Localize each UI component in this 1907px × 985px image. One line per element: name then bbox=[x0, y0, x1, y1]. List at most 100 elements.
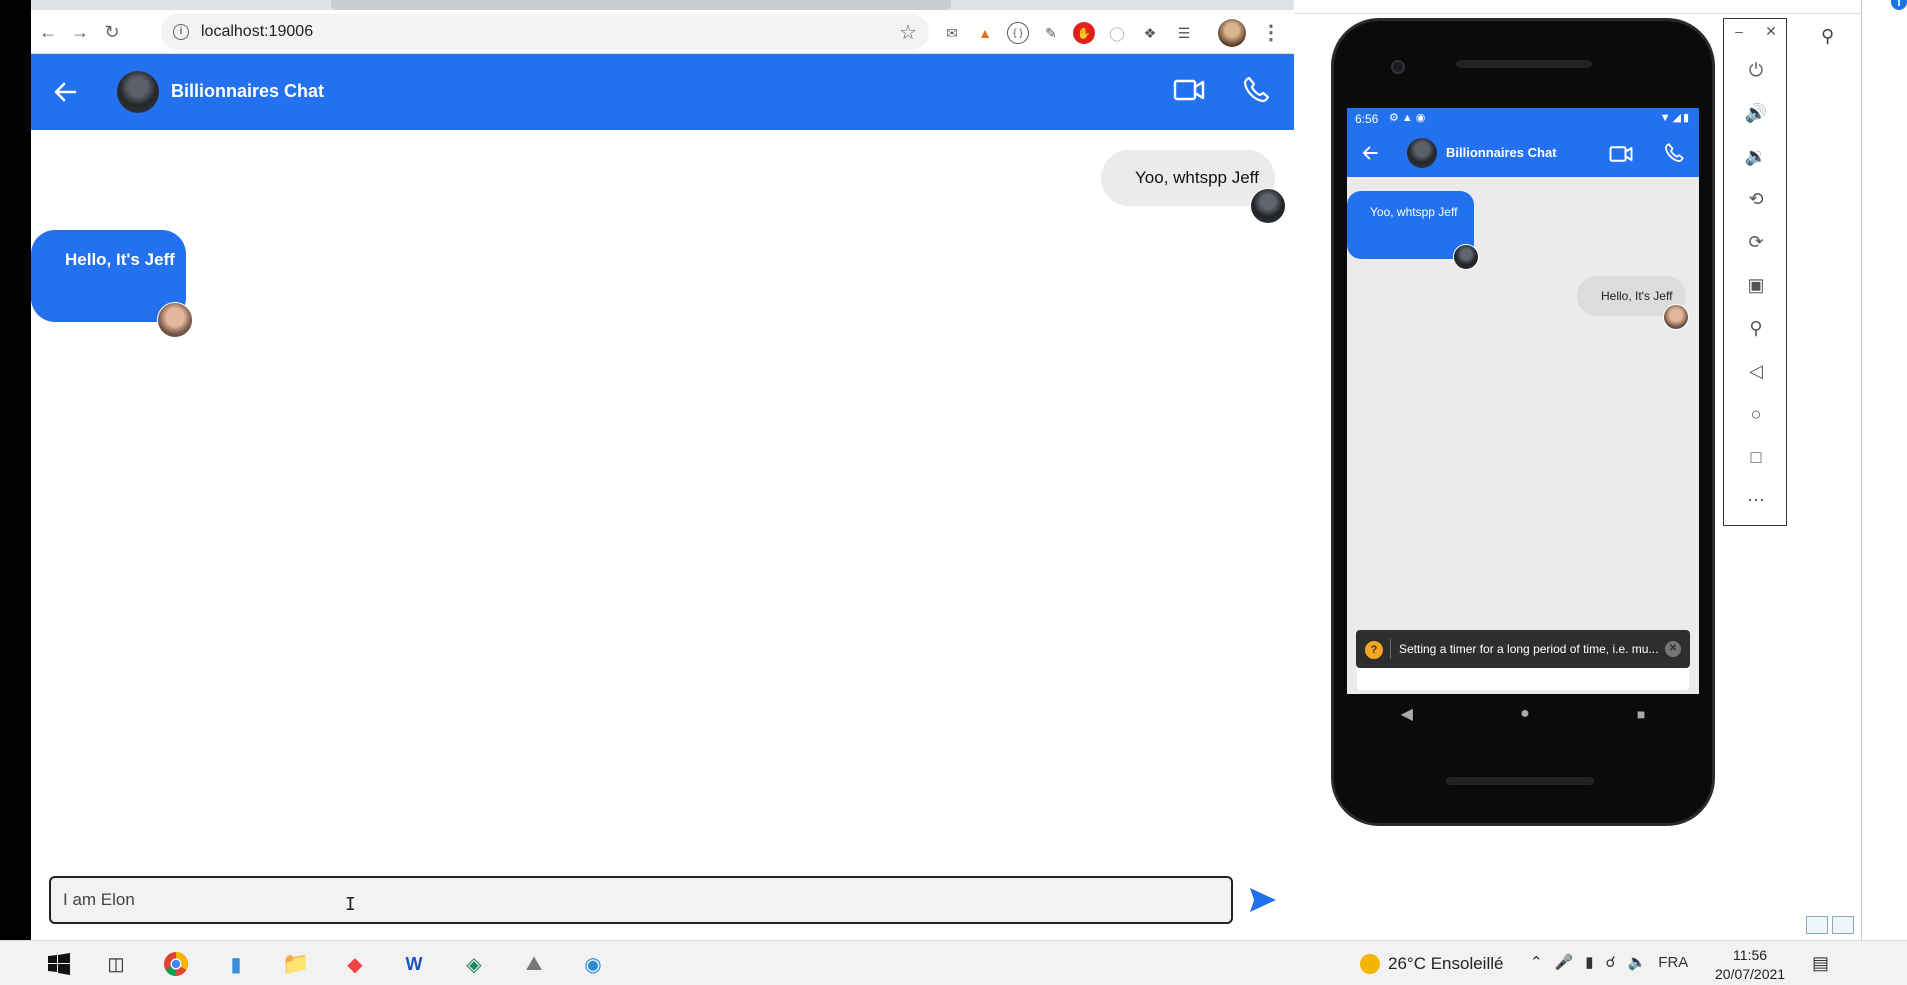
address-url[interactable]: localhost:19006 bbox=[201, 23, 313, 41]
close-window-icon[interactable]: ✕ bbox=[1765, 23, 1777, 45]
browser-window: ← → ↻ i localhost:19006 ☆ ✉ ▲ { } ✎ ✋ ◯ … bbox=[31, 0, 1294, 940]
clock-date: 20/07/2021 bbox=[1715, 966, 1786, 982]
forward-nav-icon[interactable]: → bbox=[67, 19, 93, 45]
phone-screen: 6:56 ⚙▲◉ ▼◢▮ Billionnaires Chat Yoo, wht… bbox=[1347, 108, 1699, 694]
nav-home-icon[interactable]: ● bbox=[1520, 705, 1530, 723]
volume-down-icon[interactable]: 🔉 bbox=[1738, 141, 1774, 171]
message-bubble-sent[interactable]: Yoo, whtspp Jeff bbox=[1101, 150, 1275, 206]
close-icon[interactable]: ✕ bbox=[1665, 641, 1681, 657]
browser-tab[interactable] bbox=[331, 0, 951, 10]
warning-toast[interactable]: ? Setting a timer for a long period of t… bbox=[1356, 630, 1690, 668]
reload-icon[interactable]: ↻ bbox=[99, 19, 125, 45]
phone-contact-avatar[interactable] bbox=[1407, 138, 1437, 168]
task-view-icon[interactable]: ◫ bbox=[101, 949, 131, 979]
recorder-app-icon[interactable]: ◉ bbox=[578, 949, 608, 979]
android-studio-icon[interactable]: ◈ bbox=[459, 949, 489, 979]
rotate-right-icon[interactable]: ⟳ bbox=[1738, 227, 1774, 257]
phone-sender-avatar bbox=[1453, 244, 1479, 270]
phone-camera-icon bbox=[1391, 60, 1405, 74]
phone-signal-battery-icon: ▼◢▮ bbox=[1659, 112, 1691, 124]
phone-call-icon[interactable] bbox=[1241, 75, 1271, 105]
picker-extension-icon[interactable]: ✎ bbox=[1040, 22, 1062, 44]
chat-messages-area: Yoo, whtspp Jeff Hello, It's Jeff bbox=[31, 130, 1294, 870]
contact-avatar[interactable] bbox=[117, 71, 159, 113]
home-icon[interactable]: ○ bbox=[1738, 399, 1774, 429]
list-view-icon[interactable] bbox=[1806, 916, 1828, 934]
desktop-background-strip bbox=[0, 0, 31, 940]
circle-extension-icon[interactable]: ◯ bbox=[1106, 22, 1128, 44]
background-window-edge bbox=[1861, 0, 1907, 940]
send-icon[interactable] bbox=[1248, 886, 1278, 914]
browser-menu-icon[interactable]: ⋮ bbox=[1261, 20, 1281, 45]
volume-up-icon[interactable]: 🔊 bbox=[1738, 98, 1774, 128]
phone-back-arrow-icon[interactable] bbox=[1359, 142, 1381, 164]
video-call-icon[interactable] bbox=[1173, 77, 1205, 103]
notification-center-icon[interactable]: ▤ bbox=[1812, 953, 1829, 974]
notes-app-icon[interactable]: ▮ bbox=[221, 949, 251, 979]
clock[interactable]: 11:56 20/07/2021 bbox=[1715, 946, 1785, 984]
taskbar: ◫ ▮ 📁 ◆ W ◈ ⛰ ◉ 26°C Ensoleillé ⌃ 🎤 ▮ ☌ … bbox=[0, 940, 1907, 985]
background-window-titlebar bbox=[1294, 0, 1861, 14]
overview-icon[interactable]: □ bbox=[1738, 442, 1774, 472]
windows-start-icon[interactable] bbox=[44, 949, 74, 979]
nav-overview-icon[interactable]: ■ bbox=[1637, 706, 1645, 722]
phone-nav-bar: ◀ ● ■ bbox=[1347, 694, 1699, 734]
adblock-extension-icon[interactable]: ✋ bbox=[1073, 22, 1095, 44]
composer-row: I bbox=[31, 870, 1294, 940]
word-app-icon[interactable]: W bbox=[399, 949, 429, 979]
nav-back-icon[interactable]: ◀ bbox=[1401, 704, 1413, 724]
speaker-icon[interactable]: 🔈 bbox=[1628, 953, 1647, 971]
preview-view-icon[interactable] bbox=[1832, 916, 1854, 934]
more-icon[interactable]: ⋯ bbox=[1738, 485, 1774, 515]
chat-header: Billionnaires Chat bbox=[31, 54, 1294, 130]
back-icon[interactable]: ◁ bbox=[1738, 356, 1774, 386]
view-toggle-buttons bbox=[1806, 916, 1854, 934]
desktop: ← → ↻ i localhost:19006 ☆ ✉ ▲ { } ✎ ✋ ◯ … bbox=[0, 0, 1907, 985]
phone-chat-title: Billionnaires Chat bbox=[1446, 145, 1557, 160]
metamask-extension-icon[interactable]: ▲ bbox=[974, 22, 996, 44]
phone-bottom-speaker bbox=[1446, 777, 1594, 785]
browser-toolbar: ← → ↻ i localhost:19006 ☆ ✉ ▲ { } ✎ ✋ ◯ … bbox=[31, 10, 1294, 54]
chat-title: Billionnaires Chat bbox=[171, 81, 325, 101]
toast-divider bbox=[1390, 639, 1391, 659]
sender-avatar bbox=[1250, 188, 1286, 224]
microphone-icon[interactable]: 🎤 bbox=[1555, 953, 1574, 971]
camera-icon[interactable]: ▣ bbox=[1738, 270, 1774, 300]
text-cursor-icon: I bbox=[345, 894, 356, 915]
file-explorer-icon[interactable]: 📁 bbox=[281, 949, 311, 979]
battery-icon[interactable]: ▮ bbox=[1585, 953, 1593, 971]
tab-strip bbox=[31, 0, 1294, 10]
language-indicator[interactable]: FRA bbox=[1658, 954, 1688, 971]
message-input[interactable] bbox=[49, 876, 1233, 924]
media-queue-icon[interactable]: ☰ bbox=[1173, 22, 1195, 44]
back-arrow-icon[interactable] bbox=[49, 76, 81, 108]
emulator-toolbar: – ✕ ⏻ 🔊 🔉 ⟲ ⟳ ▣ ⚲ ◁ ○ □ ⋯ bbox=[1723, 18, 1787, 526]
git-app-icon[interactable]: ◆ bbox=[340, 949, 370, 979]
rotate-left-icon[interactable]: ⟲ bbox=[1738, 184, 1774, 214]
photos-app-icon[interactable]: ⛰ bbox=[519, 949, 549, 979]
chrome-icon[interactable] bbox=[161, 949, 191, 979]
mail-extension-icon[interactable]: ✉ bbox=[941, 22, 963, 44]
profile-avatar[interactable] bbox=[1218, 19, 1246, 47]
minimize-icon[interactable]: – bbox=[1735, 23, 1743, 45]
phone-call-icon-small[interactable] bbox=[1663, 142, 1685, 164]
toast-message: Setting a timer for a long period of tim… bbox=[1399, 642, 1659, 656]
site-info-icon[interactable]: i bbox=[173, 24, 189, 40]
phone-video-call-icon[interactable] bbox=[1609, 144, 1633, 164]
extensions-puzzle-icon[interactable]: ❖ bbox=[1139, 22, 1161, 44]
phone-chat-header: Billionnaires Chat bbox=[1347, 129, 1699, 177]
power-icon[interactable]: ⏻ bbox=[1738, 55, 1774, 85]
back-nav-icon[interactable]: ← bbox=[35, 19, 61, 45]
wifi-icon[interactable]: ☌ bbox=[1606, 953, 1616, 971]
phone-status-bar: 6:56 ⚙▲◉ ▼◢▮ bbox=[1347, 108, 1699, 129]
phone-receiver-avatar bbox=[1663, 304, 1689, 330]
code-extension-icon[interactable]: { } bbox=[1007, 22, 1029, 44]
chevron-up-icon[interactable]: ⌃ bbox=[1530, 953, 1543, 971]
zoom-icon[interactable]: ⚲ bbox=[1738, 313, 1774, 343]
system-tray: ⌃ 🎤 ▮ ☌ 🔈 FRA bbox=[1530, 953, 1688, 972]
search-icon[interactable]: ⚲ bbox=[1821, 26, 1834, 47]
phone-status-time: 6:56 bbox=[1355, 112, 1379, 126]
weather-widget[interactable]: 26°C Ensoleillé bbox=[1360, 954, 1503, 974]
address-bar[interactable]: i localhost:19006 ☆ bbox=[161, 14, 929, 50]
bookmark-star-icon[interactable]: ☆ bbox=[899, 20, 917, 45]
